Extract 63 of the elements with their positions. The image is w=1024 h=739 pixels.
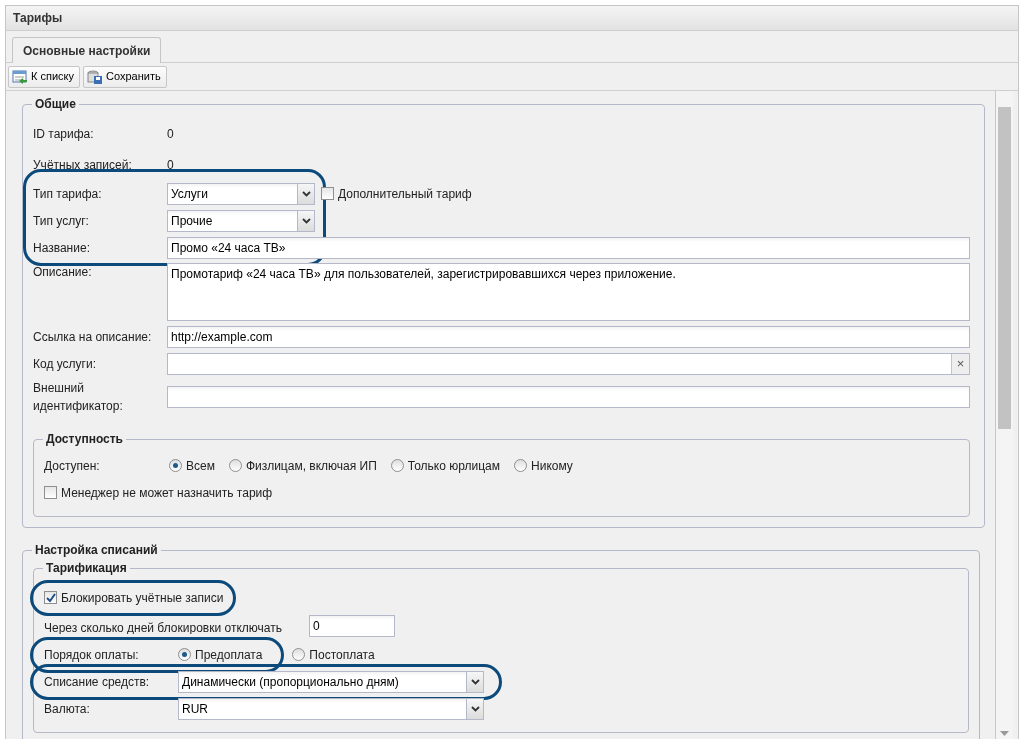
dropdown[interactable]: Услуги xyxy=(167,182,315,205)
radio-label[interactable]: Физлицам, включая ИП xyxy=(245,456,377,475)
radio-label[interactable]: Никому xyxy=(531,456,573,475)
clear-button[interactable]: × xyxy=(951,353,969,374)
field-value: 0 xyxy=(167,156,174,174)
window-title: Тарифы xyxy=(6,6,1018,31)
field-value: 0 xyxy=(167,125,174,143)
field-label: Код услуги: xyxy=(33,355,98,373)
text-area[interactable]: Промотариф «24 часа ТВ» для пользователей, зарегистрировавшихся через приложение. xyxy=(167,263,970,321)
chevron-down-icon xyxy=(470,678,480,685)
checkbox-label[interactable]: Дополнительный тариф xyxy=(338,184,472,203)
chevron-down-icon xyxy=(470,705,480,712)
field-label: Тип тарифа: xyxy=(33,185,103,203)
checkbox-label[interactable]: Блокировать учётные записи xyxy=(61,588,224,607)
section-title: Настройка списаний xyxy=(34,542,159,558)
checkbox[interactable] xyxy=(44,486,57,499)
radio-button[interactable] xyxy=(169,459,182,472)
field-label: Название: xyxy=(33,239,91,257)
dropdown[interactable]: Прочие xyxy=(167,209,315,232)
text-field[interactable]: http://example.com xyxy=(167,325,970,348)
toolbar-button[interactable]: Сохранить xyxy=(83,65,167,88)
text-field[interactable]: × xyxy=(167,352,970,375)
field-label: ID тарифа: xyxy=(33,125,95,143)
chevron-down-icon xyxy=(301,217,311,224)
radio-button[interactable] xyxy=(390,459,404,472)
save-icon xyxy=(87,68,103,85)
radio-button[interactable] xyxy=(228,459,242,472)
radio-label[interactable]: Только юрлицам xyxy=(407,456,501,475)
dropdown[interactable]: RUR xyxy=(178,697,484,720)
checkbox-label[interactable]: Менеджер не может назначить тариф xyxy=(61,483,273,502)
field-label: Описание: xyxy=(33,264,93,281)
check-icon xyxy=(45,592,56,603)
field-label: Порядок оплаты: xyxy=(44,646,140,664)
section-title: Общие xyxy=(34,96,77,112)
field-label: Доступен: xyxy=(44,457,101,475)
radio-button[interactable] xyxy=(292,648,306,661)
scrollbar-thumb[interactable] xyxy=(998,107,1011,429)
radio-label[interactable]: Всем xyxy=(186,456,215,475)
checkbox[interactable] xyxy=(44,591,57,604)
field-label: Ссылка на описание: xyxy=(33,328,153,346)
field-label: Валюта: xyxy=(44,700,91,718)
toolbar-button[interactable]: К списку xyxy=(8,65,80,88)
scrollbar[interactable] xyxy=(995,91,1013,739)
section-title: Тарификация xyxy=(45,560,128,576)
field-label: Через сколько дней блокировки отключать xyxy=(44,619,283,634)
section-title: Доступность xyxy=(45,431,124,447)
radio-label[interactable]: Предоплата xyxy=(195,645,263,664)
radio-button[interactable] xyxy=(178,648,191,661)
text-field[interactable]: Промо «24 часа ТВ» xyxy=(167,236,970,259)
dropdown[interactable]: Динамически (пропорционально дням) xyxy=(178,670,484,693)
text-field[interactable] xyxy=(167,386,970,408)
field-label: Списание средств: xyxy=(44,673,151,691)
radio-label[interactable]: Постоплата xyxy=(309,645,375,664)
checkbox[interactable] xyxy=(321,187,334,200)
field-label: Тип услуг: xyxy=(33,212,90,230)
tab[interactable]: Основные настройки xyxy=(12,37,162,63)
chevron-down-icon xyxy=(301,190,311,197)
radio-button[interactable] xyxy=(514,459,528,472)
scroll-down-icon xyxy=(1000,731,1009,736)
field-label: Учётных записей: xyxy=(33,156,133,174)
field-label: Внешний идентификатор: xyxy=(33,380,124,415)
list-icon xyxy=(12,68,28,85)
number-field[interactable]: 0 xyxy=(309,615,395,637)
